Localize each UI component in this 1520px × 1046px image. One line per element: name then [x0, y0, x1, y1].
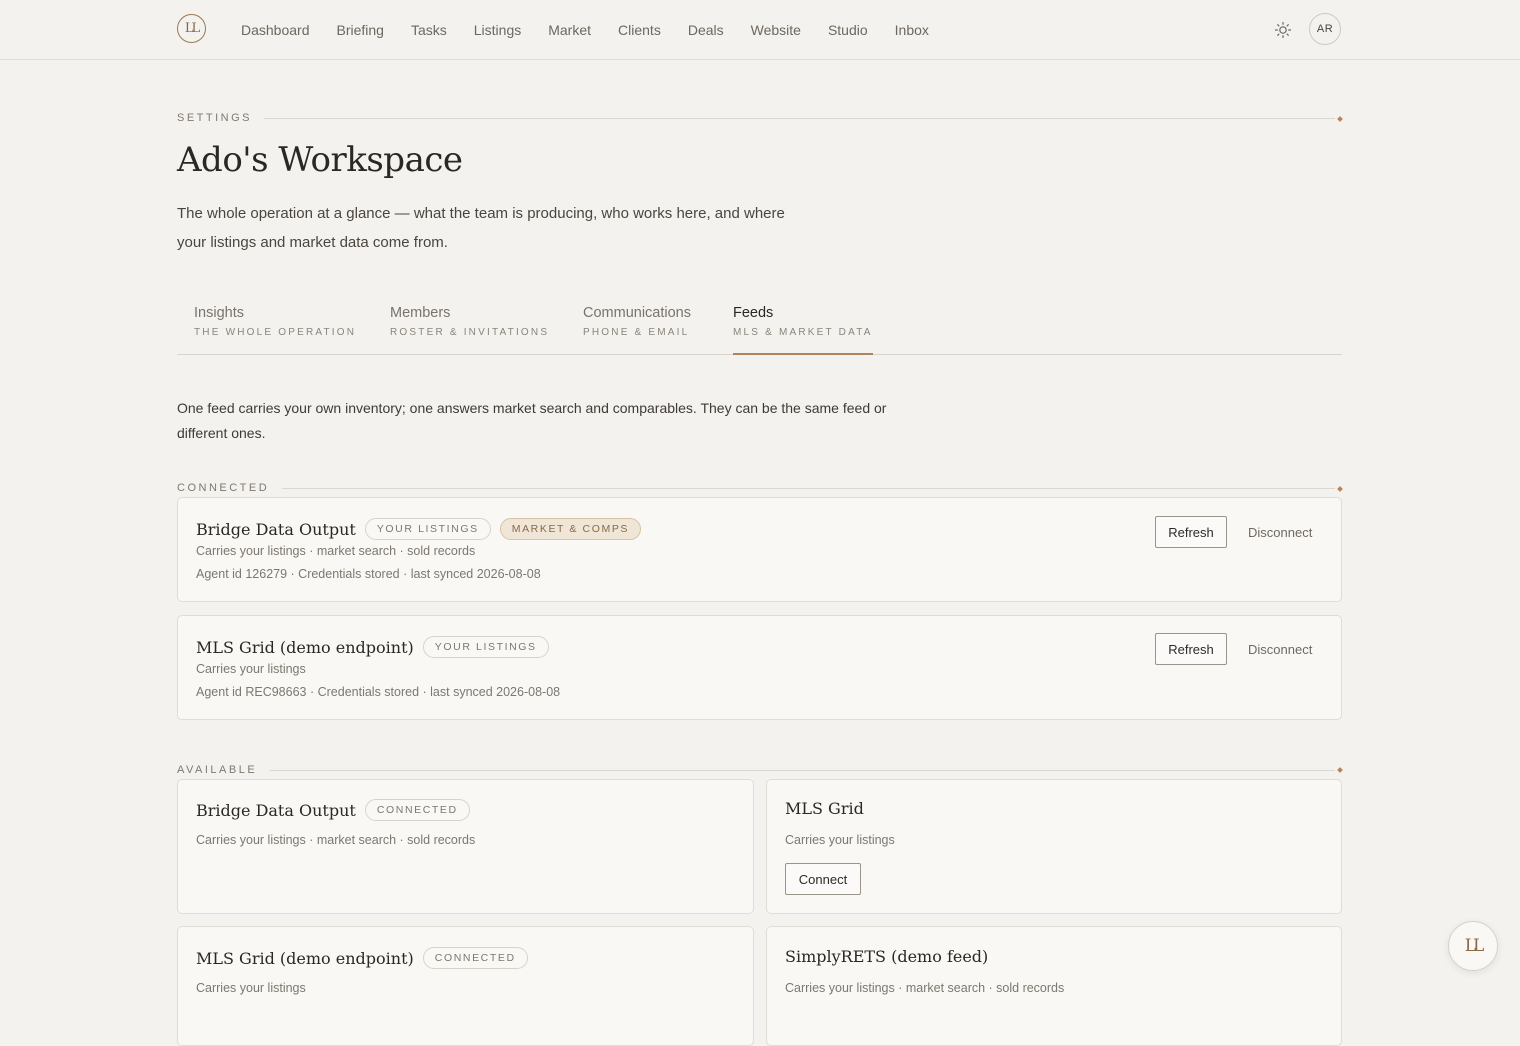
theme-toggle-sun-icon[interactable]	[1274, 21, 1292, 39]
badge-connected: CONNECTED	[364, 799, 470, 821]
connected-heading: CONNECTED	[177, 482, 270, 494]
refresh-button[interactable]: Refresh	[1155, 516, 1227, 548]
top-nav: LL Dashboard Briefing Tasks Listings Mar…	[0, 0, 1520, 60]
available-heading: AVAILABLE	[177, 764, 258, 776]
tab-label: Insights	[194, 305, 244, 321]
connected-feed-card: Bridge Data Output YOUR LISTINGS MARKET …	[177, 497, 1342, 602]
sun-icon	[1274, 21, 1292, 39]
nav-item-market[interactable]: Market	[548, 21, 591, 39]
available-feed-card: MLS Grid (demo endpoint) CONNECTED Carri…	[177, 926, 754, 1046]
tab-label: Communications	[583, 305, 691, 321]
page-subtitle: The whole operation at a glance — what t…	[177, 205, 785, 251]
page-title: Ado's Workspace	[177, 140, 463, 180]
nav-item-clients[interactable]: Clients	[618, 21, 661, 39]
available-feed-card: SimplyRETS (demo feed) Carries your list…	[766, 926, 1342, 1046]
feed-title: Bridge Data Output CONNECTED	[196, 799, 470, 821]
nav-item-listings[interactable]: Listings	[474, 21, 521, 39]
feed-name: Bridge Data Output	[196, 519, 356, 539]
disconnect-button[interactable]: Disconnect	[1248, 525, 1312, 540]
feeds-intro: One feed carries your own inventory; one…	[177, 400, 887, 441]
nav-item-briefing[interactable]: Briefing	[337, 21, 384, 39]
tab-members[interactable]: Members ROSTER & INVITATIONS	[390, 300, 549, 340]
feed-title: MLS Grid (demo endpoint) YOUR LISTINGS	[196, 636, 549, 658]
badge-connected: CONNECTED	[422, 947, 528, 969]
tab-feeds[interactable]: Feeds MLS & MARKET DATA	[733, 300, 873, 355]
disconnect-button[interactable]: Disconnect	[1248, 642, 1312, 657]
divider	[264, 118, 1335, 119]
refresh-button[interactable]: Refresh	[1155, 633, 1227, 665]
divider-diamond-icon	[1337, 767, 1343, 773]
feed-name: MLS Grid	[785, 799, 864, 818]
tab-communications[interactable]: Communications PHONE & EMAIL	[583, 300, 691, 340]
assistant-fab-logo-icon[interactable]: LL	[1448, 921, 1498, 971]
connected-feed-card: MLS Grid (demo endpoint) YOUR LISTINGS C…	[177, 615, 1342, 720]
feed-details: Agent id 126279 · Credentials stored · l…	[196, 567, 541, 581]
settings-eyebrow: SETTINGS	[177, 112, 253, 124]
nav-links: Dashboard Briefing Tasks Listings Market…	[241, 21, 956, 39]
nav-item-deals[interactable]: Deals	[688, 21, 724, 39]
feed-name: SimplyRETS (demo feed)	[785, 947, 989, 966]
nav-item-website[interactable]: Website	[751, 21, 801, 39]
divider-diamond-icon	[1337, 486, 1343, 492]
divider-diamond-icon	[1337, 116, 1343, 122]
logo-icon[interactable]: LL	[177, 14, 206, 43]
nav-item-dashboard[interactable]: Dashboard	[241, 21, 310, 39]
feed-title: MLS Grid (demo endpoint) CONNECTED	[196, 947, 528, 969]
connect-button[interactable]: Connect	[785, 863, 861, 895]
feed-name: MLS Grid (demo endpoint)	[196, 948, 414, 968]
avatar[interactable]: AR	[1309, 13, 1341, 45]
tab-label: Feeds	[733, 305, 774, 321]
feed-title: MLS Grid	[785, 799, 864, 818]
nav-item-tasks[interactable]: Tasks	[411, 21, 447, 39]
nav-item-inbox[interactable]: Inbox	[895, 21, 929, 39]
feed-name: Bridge Data Output	[196, 800, 356, 820]
nav-item-studio[interactable]: Studio	[828, 21, 868, 39]
tab-sublabel: PHONE & EMAIL	[583, 327, 690, 338]
divider	[270, 770, 1335, 771]
badge-your-listings: YOUR LISTINGS	[364, 518, 491, 540]
available-feed-card: Bridge Data Output CONNECTED Carries you…	[177, 779, 754, 914]
feed-title: SimplyRETS (demo feed)	[785, 947, 988, 966]
feed-details: Agent id REC98663 · Credentials stored ·…	[196, 685, 561, 699]
badge-market-comps: MARKET & COMPS	[499, 518, 642, 540]
feed-carries: Carries your listings · market search · …	[196, 544, 476, 558]
tab-sublabel: ROSTER & INVITATIONS	[390, 327, 550, 338]
feed-title: Bridge Data Output YOUR LISTINGS MARKET …	[196, 518, 642, 540]
tab-sublabel: MLS & MARKET DATA	[733, 327, 873, 338]
badge-your-listings: YOUR LISTINGS	[422, 636, 549, 658]
available-feed-card: MLS Grid Carries your listings Connect	[766, 779, 1342, 914]
tab-label: Members	[390, 305, 451, 321]
feed-name: MLS Grid (demo endpoint)	[196, 637, 414, 657]
settings-tabs: Insights THE WHOLE OPERATION Members ROS…	[177, 300, 1342, 355]
feed-carries: Carries your listings	[196, 662, 306, 676]
divider	[282, 488, 1335, 489]
tab-sublabel: THE WHOLE OPERATION	[194, 327, 357, 338]
feed-carries: Carries your listings · market search · …	[196, 833, 476, 847]
feed-carries: Carries your listings	[785, 833, 895, 847]
tab-insights[interactable]: Insights THE WHOLE OPERATION	[194, 300, 356, 340]
